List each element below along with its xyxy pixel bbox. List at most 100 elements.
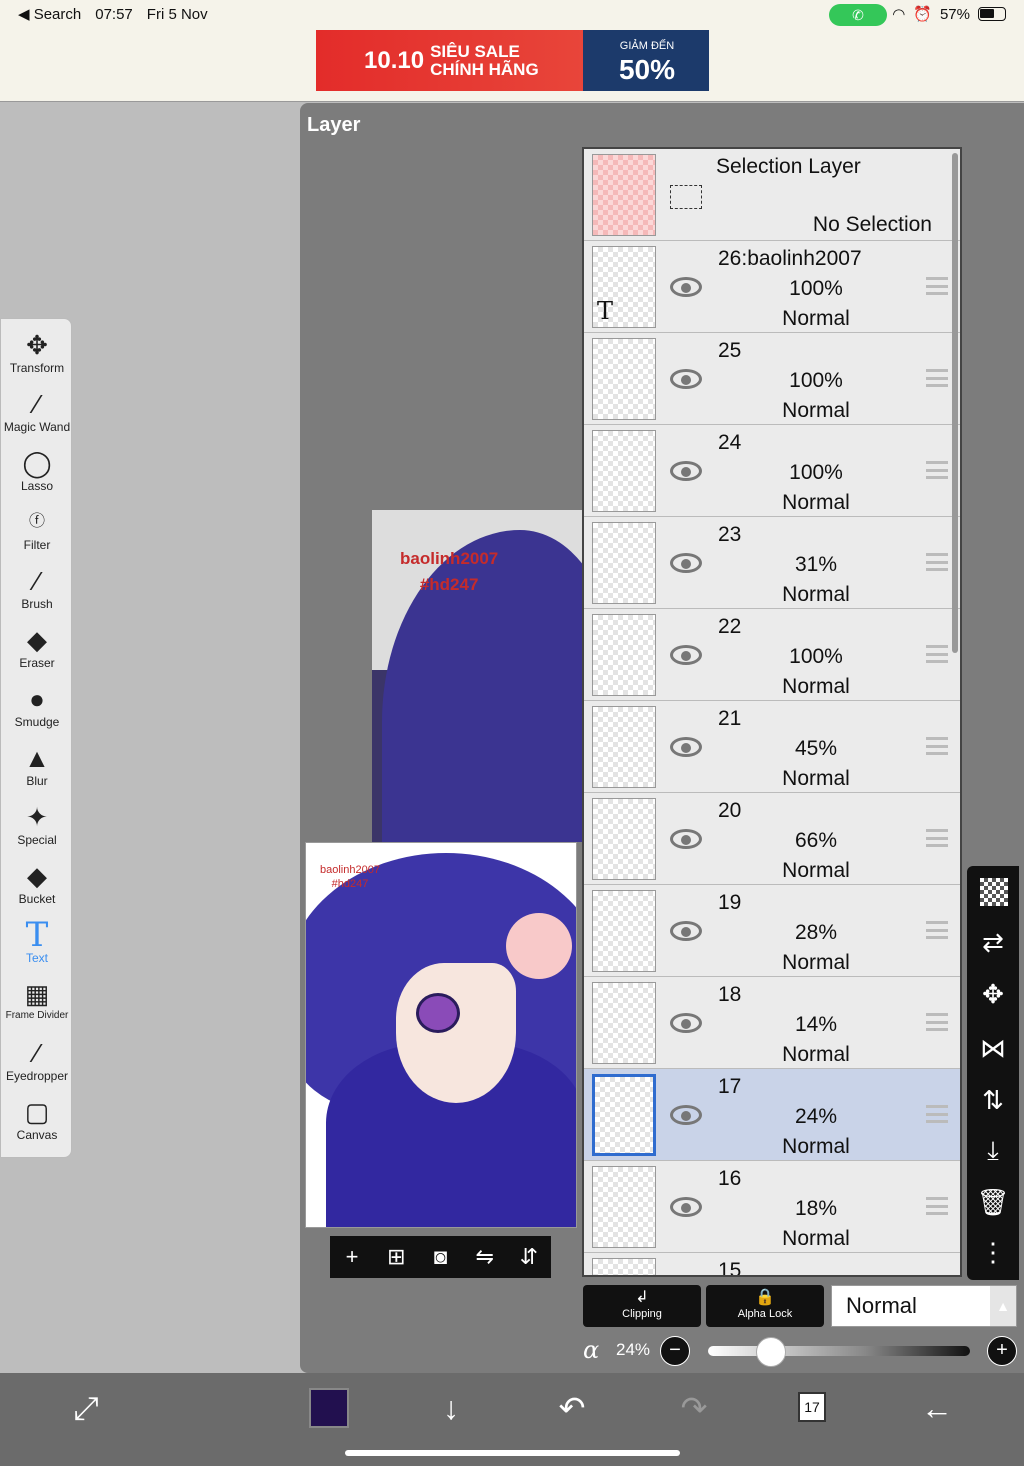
tool-eraser[interactable]: ◆ Eraser [1,620,73,678]
drag-handle-icon[interactable] [926,645,948,663]
visibility-eye-icon[interactable] [670,1197,702,1217]
visibility-eye-icon[interactable] [670,645,702,665]
visibility-eye-icon[interactable] [670,277,702,297]
tool-lasso[interactable]: ◯ Lasso [1,443,73,501]
visibility-eye-icon[interactable] [670,369,702,389]
drag-handle-icon[interactable] [926,553,948,571]
opacity-slider-knob[interactable] [755,1337,786,1367]
layer-row[interactable]: 22 100% Normal [584,609,960,701]
opacity-slider[interactable] [708,1346,970,1356]
layer-row[interactable]: 25 100% Normal [584,333,960,425]
visibility-eye-icon[interactable] [670,829,702,849]
layer-opacity: 28% [794,921,838,944]
undo-icon[interactable]: ↶ [550,1388,594,1428]
quick-tools-icon[interactable]: ⤢ [64,1388,108,1428]
layer-blend-mode: Normal [782,1135,850,1158]
layer-blend-mode: Normal [782,399,850,422]
drag-handle-icon[interactable] [926,461,948,479]
selection-layer-row[interactable]: Selection Layer No Selection [584,149,960,241]
alpha-lock-button[interactable]: 🔒 Alpha Lock [706,1285,824,1327]
flip-layer-vertical-icon[interactable]: ⇅ [967,1080,1019,1120]
reference-swap-icon[interactable]: ⇄ [967,922,1019,962]
drag-handle-icon[interactable] [926,737,948,755]
arrow-down-icon[interactable]: ↓ [429,1388,473,1428]
layer-row[interactable]: 20 66% Normal [584,793,960,885]
layer-row[interactable]: 24 100% Normal [584,425,960,517]
redo-icon[interactable]: ↷ [672,1388,716,1428]
flip-horizontal-icon[interactable]: ⇋ [470,1244,500,1270]
drag-handle-icon[interactable] [926,921,948,939]
layer-row[interactable]: 15 [584,1253,960,1275]
layer-list[interactable]: Selection Layer No Selection T 26:baolinh… [582,147,962,1277]
alarm-icon: ⏰ [913,6,932,23]
drag-handle-icon[interactable] [926,369,948,387]
tool-canvas[interactable]: ▢ Canvas [1,1092,73,1150]
drag-handle-icon[interactable] [926,1105,948,1123]
layer-row[interactable]: 17 24% Normal [584,1069,960,1161]
more-options-icon[interactable]: ⋮ [967,1232,1019,1272]
opacity-increase-button[interactable]: + [987,1336,1017,1366]
visibility-eye-icon[interactable] [670,553,702,573]
visibility-eye-icon[interactable] [670,921,702,941]
ad-banner[interactable]: 10.10 SIÊU SALE CHÍNH HÃNG GIẢM ĐẾN 50% [316,30,709,91]
blend-mode-select[interactable]: Normal ▲ [831,1285,1017,1327]
canvas-icon: ▢ [24,1097,50,1127]
tool-frame-divider[interactable]: ▦ Frame Divider [1,974,73,1032]
drag-handle-icon[interactable] [926,1013,948,1031]
drag-handle-icon[interactable] [926,829,948,847]
phone-call-icon[interactable]: ✆ [829,4,887,26]
merge-down-icon[interactable]: ⤓ [967,1130,1019,1170]
visibility-eye-icon[interactable] [670,737,702,757]
layer-row[interactable]: 23 31% Normal [584,517,960,609]
tool-label: Smudge [14,715,60,729]
tool-filter[interactable]: ⓕ Filter [1,502,73,560]
tool-label: Canvas [16,1128,58,1142]
canvas-preview[interactable]: baolinh2007 #hd247 [372,510,582,842]
ad-promo: GIẢM ĐẾN 50% [585,36,709,86]
layer-row[interactable]: 21 45% Normal [584,701,960,793]
back-arrow-icon[interactable]: ← [915,1388,959,1428]
battery-percent: 57% [939,5,970,23]
tool-text[interactable]: T Text [1,915,73,973]
add-layer-icon[interactable]: + [337,1244,367,1270]
camera-icon[interactable]: ◙ [425,1244,455,1270]
tool-smudge[interactable]: ● Smudge [1,679,73,737]
visibility-eye-icon[interactable] [670,1105,702,1125]
drag-handle-icon[interactable] [926,1197,948,1215]
layer-list-scrollbar[interactable] [952,153,958,653]
clipping-button[interactable]: ↲ Clipping [583,1285,701,1327]
blur-drop-icon: ▲ [24,743,50,773]
layer-name: 21 [718,707,742,730]
layer-row[interactable]: T 26:baolinh2007 100% Normal [584,241,960,333]
flip-vertical-icon[interactable]: ⇵ [514,1244,544,1270]
tool-brush[interactable]: ⁄ Brush [1,561,73,619]
selection-layer-status: No Selection [812,213,932,236]
layer-row[interactable]: 16 18% Normal [584,1161,960,1253]
tool-blur[interactable]: ▲ Blur [1,738,73,796]
tool-transform[interactable]: ✥ Transform [1,325,73,383]
tool-magic-wand[interactable]: ⁄ Magic Wand [1,384,73,442]
flip-layer-horizontal-icon[interactable]: ⋈ [967,1028,1019,1068]
add-layer-copy-icon[interactable]: ⊞ [381,1244,411,1270]
layer-row[interactable]: 19 28% Normal [584,885,960,977]
thumb-eye [416,993,460,1033]
drag-handle-icon[interactable] [926,277,948,295]
transparency-checker-icon[interactable] [980,878,1008,906]
layer-row[interactable]: 18 14% Normal [584,977,960,1069]
visibility-eye-icon[interactable] [670,1013,702,1033]
opacity-decrease-button[interactable]: − [660,1336,690,1366]
back-to-search-link[interactable]: ◀ Search [18,5,81,23]
status-date: Fri 5 Nov [146,5,208,23]
current-color-swatch[interactable] [309,1388,349,1428]
tool-eyedropper[interactable]: ⁄ Eyedropper [1,1033,73,1091]
layers-count-badge[interactable]: 17 [798,1392,826,1422]
visibility-eye-icon[interactable] [670,461,702,481]
layer-name: 18 [718,983,742,1006]
tool-bucket[interactable]: ◆ Bucket [1,856,73,914]
layer-opacity: 100% [789,645,843,668]
tool-label: Special [17,833,57,847]
move-layer-icon[interactable]: ✥ [967,974,1019,1014]
tool-special[interactable]: ✦ Special [1,797,73,855]
trash-icon[interactable]: 🗑 [967,1182,1019,1222]
tool-label: Frame Divider [5,1010,69,1021]
